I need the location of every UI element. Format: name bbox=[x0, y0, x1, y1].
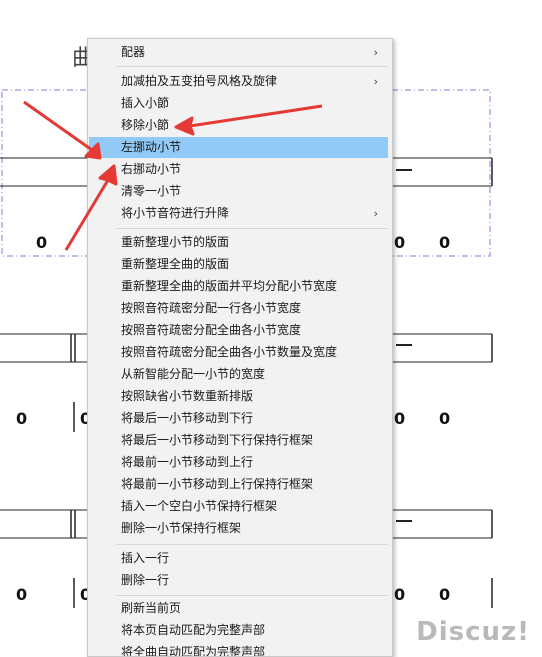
discuz-watermark: Discuz! bbox=[416, 617, 530, 647]
menu-item-move-first-up-keep-frame[interactable]: 将最前一小节移动到上行保持行框架 bbox=[89, 474, 388, 495]
menu-item-label: 重新整理全曲的版面并平均分配小节宽度 bbox=[121, 279, 338, 293]
menu-item-density-score-width[interactable]: 按照音符疏密分配全曲各小节宽度 bbox=[89, 320, 388, 341]
menu-item-move-last-down[interactable]: 将最后一小节移动到下行 bbox=[89, 408, 388, 429]
menu-item-delete-measure-keep-frame[interactable]: 删除一小节保持行框架 bbox=[89, 518, 388, 539]
menu-item-label: 按照音符疏密分配全曲各小节宽度 bbox=[121, 323, 302, 337]
note-zero: 0 bbox=[394, 233, 406, 252]
menu-item-label: 将本页自动匹配为完整声部 bbox=[121, 623, 266, 637]
note-zero: 0 bbox=[439, 585, 451, 604]
menu-item-label: 重新整理全曲的版面 bbox=[121, 257, 230, 271]
menu-item-label: 插入一个空白小节保持行框架 bbox=[121, 499, 278, 513]
menu-item-match-page-voices[interactable]: 将本页自动匹配为完整声部 bbox=[89, 620, 388, 641]
menu-item-label: 右挪动小节 bbox=[121, 162, 182, 176]
menu-item-move-last-down-keep-frame[interactable]: 将最后一小节移动到下行保持行框架 bbox=[89, 430, 388, 451]
menu-separator bbox=[116, 544, 388, 545]
menu-item-label: 重新整理小节的版面 bbox=[121, 235, 230, 249]
menu-item-relayout-score[interactable]: 重新整理全曲的版面 bbox=[89, 254, 388, 275]
submenu-arrow-icon: › bbox=[373, 75, 378, 88]
menu-item-clear-measure[interactable]: 清零一小节 bbox=[89, 181, 388, 202]
menu-item-smart-measure-width[interactable]: 从新智能分配一小节的宽度 bbox=[89, 364, 388, 385]
menu-item-time-signature-style[interactable]: 加减拍及五变拍号风格及旋律 › bbox=[89, 71, 388, 92]
menu-item-label: 删除一小节保持行框架 bbox=[121, 521, 242, 535]
menu-item-label: 插入小節 bbox=[121, 96, 170, 110]
menu-item-match-score-voices[interactable]: 将全曲自动匹配为完整声部 bbox=[89, 642, 388, 657]
menu-item-relayout-default-count[interactable]: 按照缺省小节数重新排版 bbox=[89, 386, 388, 407]
context-menu: 配器 › 加减拍及五变拍号风格及旋律 › 插入小節 移除小節 左挪动小节 右挪动小节… bbox=[87, 38, 393, 657]
menu-item-label: 将最后一小节移动到下行保持行框架 bbox=[121, 433, 314, 447]
note-zero: 0 bbox=[439, 409, 451, 428]
menu-item-label: 插入一行 bbox=[121, 551, 170, 565]
menu-item-move-first-up[interactable]: 将最前一小节移动到上行 bbox=[89, 452, 388, 473]
menu-item-move-measure-left[interactable]: 左挪动小节 bbox=[89, 137, 388, 158]
menu-item-delete-line[interactable]: 删除一行 bbox=[89, 570, 388, 591]
submenu-arrow-icon: › bbox=[373, 46, 378, 59]
menu-item-label: 按照缺省小节数重新排版 bbox=[121, 389, 254, 403]
menu-item-insert-blank-measure-keep-frame[interactable]: 插入一个空白小节保持行框架 bbox=[89, 496, 388, 517]
note-zero: 0 bbox=[36, 233, 48, 252]
menu-separator bbox=[116, 228, 388, 229]
menu-item-insert-line[interactable]: 插入一行 bbox=[89, 548, 388, 569]
menu-item-label: 配器 bbox=[121, 45, 146, 59]
note-zero: 0 bbox=[16, 409, 28, 428]
menu-item-label: 将最前一小节移动到上行保持行框架 bbox=[121, 477, 314, 491]
menu-item-insert-measure[interactable]: 插入小節 bbox=[89, 93, 388, 114]
menu-item-remove-measure[interactable]: 移除小節 bbox=[89, 115, 388, 136]
menu-item-label: 移除小節 bbox=[121, 118, 170, 132]
menu-item-relayout-score-even-width[interactable]: 重新整理全曲的版面并平均分配小节宽度 bbox=[89, 276, 388, 297]
menu-separator bbox=[116, 595, 388, 596]
menu-item-label: 从新智能分配一小节的宽度 bbox=[121, 367, 266, 381]
menu-item-label: 左挪动小节 bbox=[121, 140, 182, 154]
menu-item-label: 将最后一小节移动到下行 bbox=[121, 411, 254, 425]
note-zero: 0 bbox=[16, 585, 28, 604]
menu-item-label: 清零一小节 bbox=[121, 184, 182, 198]
menu-item-density-score-count-width[interactable]: 按照音符疏密分配全曲各小节数量及宽度 bbox=[89, 342, 388, 363]
menu-item-label: 将最前一小节移动到上行 bbox=[121, 455, 254, 469]
menu-item-label: 加减拍及五变拍号风格及旋律 bbox=[121, 74, 278, 88]
submenu-arrow-icon: › bbox=[373, 207, 378, 220]
menu-item-transpose-measure[interactable]: 将小节音符进行升降 › bbox=[89, 203, 388, 224]
menu-item-label: 将小节音符进行升降 bbox=[121, 206, 230, 220]
menu-item-label: 删除一行 bbox=[121, 573, 170, 587]
menu-item-label: 将全曲自动匹配为完整声部 bbox=[121, 645, 266, 657]
menu-item-density-line-width[interactable]: 按照音符疏密分配一行各小节宽度 bbox=[89, 298, 388, 319]
menu-item-label: 按照音符疏密分配一行各小节宽度 bbox=[121, 301, 302, 315]
menu-item-relayout-measure[interactable]: 重新整理小节的版面 bbox=[89, 232, 388, 253]
menu-item-label: 按照音符疏密分配全曲各小节数量及宽度 bbox=[121, 345, 338, 359]
note-zero: 0 bbox=[394, 409, 406, 428]
menu-item-label: 刷新当前页 bbox=[121, 601, 182, 615]
menu-item-move-measure-right[interactable]: 右挪动小节 bbox=[89, 159, 388, 180]
menu-item-instruments[interactable]: 配器 › bbox=[89, 42, 388, 63]
menu-separator bbox=[116, 66, 388, 67]
note-zero: 0 bbox=[439, 233, 451, 252]
menu-item-refresh-page[interactable]: 刷新当前页 bbox=[89, 598, 388, 619]
note-zero: 0 bbox=[394, 585, 406, 604]
